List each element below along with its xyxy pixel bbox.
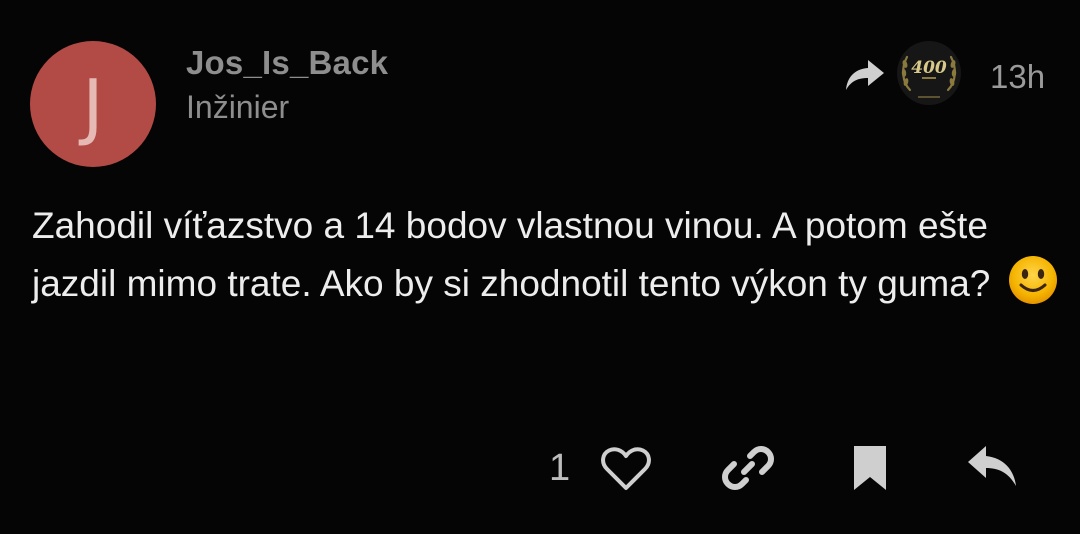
slightly-smiling-face-icon (1008, 256, 1057, 304)
badge-400-icon[interactable]: 400 (896, 40, 962, 110)
badge-text: 400 (911, 58, 947, 78)
avatar-letter: J (82, 64, 104, 148)
post-text: Zahodil víťazstvo a 14 bodov vlastnou vi… (32, 205, 991, 304)
avatar[interactable]: J (30, 41, 156, 167)
share-icon[interactable] (844, 58, 886, 92)
reply-icon[interactable] (966, 444, 1018, 490)
post: J Jos_Is_Back Inžinier 400 13h Zahodil v… (0, 0, 1080, 534)
username[interactable]: Jos_Is_Back (186, 44, 388, 82)
link-icon[interactable] (722, 442, 774, 494)
heart-icon[interactable] (600, 446, 652, 492)
like-count[interactable]: 1 (549, 447, 570, 490)
post-body: Zahodil víťazstvo a 14 bodov vlastnou vi… (32, 197, 1062, 312)
bookmark-icon[interactable] (850, 444, 890, 492)
timestamp[interactable]: 13h (990, 58, 1045, 96)
user-title: Inžinier (186, 89, 290, 125)
